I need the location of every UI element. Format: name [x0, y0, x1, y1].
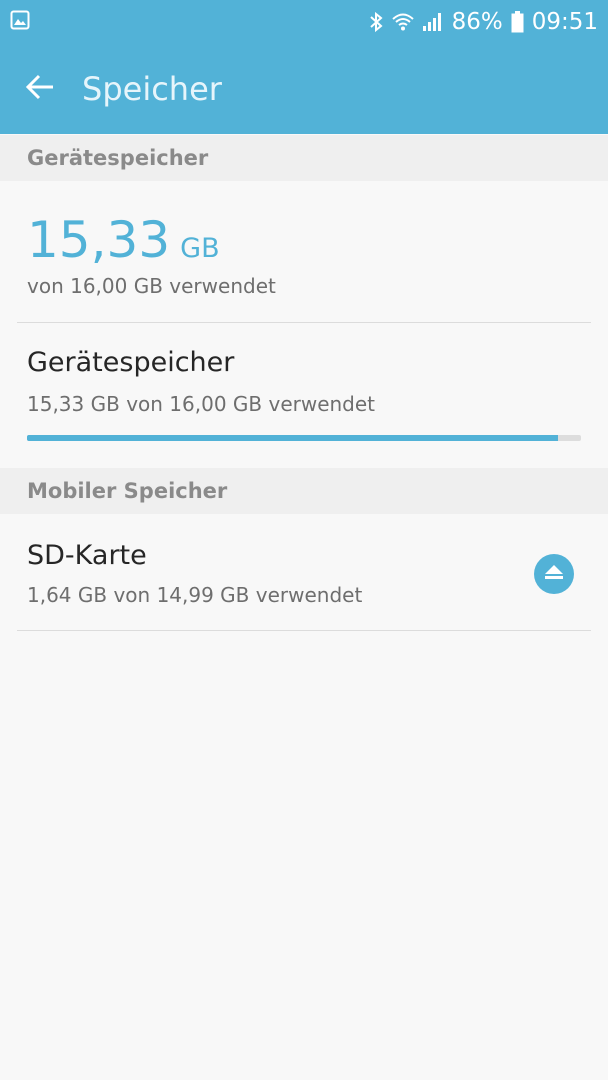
battery-icon: [511, 11, 524, 33]
eject-icon: [543, 562, 565, 586]
battery-percent: 86%: [451, 9, 503, 35]
back-button[interactable]: [0, 44, 80, 134]
summary-used-unit: GB: [180, 233, 220, 264]
summary-used-value: 15,33: [27, 211, 171, 269]
sd-card-subtitle: 1,64 GB von 14,99 GB verwendet: [27, 583, 363, 607]
device-storage-item[interactable]: Gerätespeicher 15,33 GB von 16,00 GB ver…: [0, 323, 608, 468]
storage-summary: 15,33 GB von 16,00 GB verwendet: [0, 181, 608, 323]
status-bar: 86% 09:51: [0, 0, 608, 44]
arrow-left-icon: [25, 74, 55, 104]
signal-icon: [422, 12, 444, 32]
divider: [17, 630, 591, 631]
device-storage-subtitle: 15,33 GB von 16,00 GB verwendet: [27, 392, 376, 416]
image-notification-icon: [10, 10, 30, 34]
app-bar: Speicher: [0, 44, 608, 134]
device-storage-progress: [27, 435, 581, 441]
status-time: 09:51: [531, 9, 598, 35]
page-title: Speicher: [82, 70, 222, 108]
section-header-mobile: Mobiler Speicher: [0, 468, 608, 514]
sd-card-item[interactable]: SD-Karte 1,64 GB von 14,99 GB verwendet: [0, 514, 608, 631]
sd-card-title: SD-Karte: [27, 540, 147, 571]
bluetooth-icon: [368, 11, 384, 33]
eject-button[interactable]: [534, 554, 574, 594]
device-storage-title: Gerätespeicher: [27, 347, 235, 378]
device-storage-progress-fill: [27, 435, 558, 441]
summary-subtitle: von 16,00 GB verwendet: [27, 274, 276, 298]
wifi-icon: [391, 12, 414, 32]
summary-value-row: 15,33 GB: [27, 211, 220, 269]
section-header-device: Gerätespeicher: [0, 135, 608, 181]
